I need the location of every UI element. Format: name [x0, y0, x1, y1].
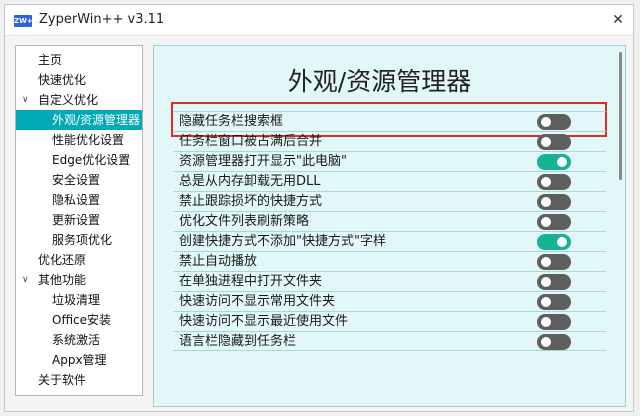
setting-toggle[interactable] [537, 174, 571, 190]
setting-toggle[interactable] [537, 114, 571, 130]
setting-row: 优化文件列表刷新策略 [173, 211, 606, 231]
setting-toggle[interactable] [537, 194, 571, 210]
sidebar-item-label: 其他功能 [38, 273, 87, 287]
sidebar-item-label: 关于软件 [38, 373, 87, 387]
sidebar-item-label: Office安装 [52, 313, 112, 327]
toggle-knob [541, 297, 551, 307]
sidebar-item-label: 主页 [38, 53, 63, 67]
sidebar-item-label: 自定义优化 [38, 93, 99, 107]
sidebar-item[interactable]: 关于软件 [16, 370, 142, 390]
setting-row: 语言栏隐藏到任务栏 [173, 331, 606, 351]
toggle-knob [557, 237, 567, 247]
close-button[interactable]: ✕ [609, 11, 627, 29]
toggle-knob [541, 277, 551, 287]
sidebar-item[interactable]: 服务项优化 [16, 230, 142, 250]
app-window: ZW++ ZyperWin++ v3.11 ✕ 主页快速优化自定义优化 ∨ 外观/资… [4, 4, 634, 412]
toggle-knob [557, 157, 567, 167]
app-logo-icon: ZW++ [14, 15, 39, 27]
sidebar-item[interactable]: 主页 [16, 50, 142, 70]
setting-label: 快速访问不显示常用文件夹 [179, 294, 336, 309]
setting-label: 创建快捷方式不添加"快捷方式"字样 [179, 234, 386, 249]
toggle-knob [541, 337, 551, 347]
sidebar-item[interactable]: 更新设置 [16, 210, 142, 230]
setting-toggle[interactable] [537, 254, 571, 270]
setting-label: 隐藏任务栏搜索框 [179, 114, 284, 129]
sidebar-item[interactable]: 隐私设置 [16, 190, 142, 210]
setting-row: 总是从内存卸载无用DLL [173, 171, 606, 191]
page-title: 外观/资源管理器 [287, 67, 472, 96]
setting-toggle[interactable] [537, 294, 571, 310]
setting-row: 在单独进程中打开文件夹 [173, 271, 606, 291]
sidebar-nav: 主页快速优化自定义优化 ∨ 外观/资源管理器 性能优化设置 Edge优化设置 安全设置隐私… [15, 45, 143, 396]
setting-label: 优化文件列表刷新策略 [179, 214, 310, 229]
setting-label: 任务栏窗口被占满后合并 [179, 134, 323, 149]
setting-row: 任务栏窗口被占满后合并 [173, 131, 606, 151]
chevron-down-icon[interactable]: ∨ [22, 90, 29, 110]
sidebar-item[interactable]: 系统激活 [16, 330, 142, 350]
sidebar-item[interactable]: 性能优化设置 [16, 130, 142, 150]
setting-toggle[interactable] [537, 214, 571, 230]
sidebar-item[interactable]: 自定义优化 ∨ [16, 90, 142, 110]
setting-row: 资源管理器打开显示"此电脑" [173, 151, 606, 171]
sidebar-item-label: 性能优化设置 [52, 133, 125, 147]
sidebar-item-label: 隐私设置 [52, 193, 101, 207]
sidebar-item[interactable]: Office安装 [16, 310, 142, 330]
setting-toggle[interactable] [537, 334, 571, 350]
setting-label: 语言栏隐藏到任务栏 [179, 334, 297, 349]
sidebar-item[interactable]: 垃圾清理 [16, 290, 142, 310]
toggle-knob [541, 217, 551, 227]
sidebar-item[interactable]: 外观/资源管理器 [16, 110, 142, 130]
sidebar-item[interactable]: 优化还原 [16, 250, 142, 270]
title-bar: ZW++ ZyperWin++ v3.11 ✕ [5, 5, 633, 36]
setting-row: 创建快捷方式不添加"快捷方式"字样 [173, 231, 606, 251]
sidebar-item-label: 外观/资源管理器 [52, 113, 141, 127]
toggle-knob [541, 317, 551, 327]
sidebar-item-label: Appx管理 [52, 353, 107, 367]
setting-label: 总是从内存卸载无用DLL [179, 174, 321, 189]
sidebar-item[interactable]: 快速优化 [16, 70, 142, 90]
setting-label: 快速访问不显示最近使用文件 [179, 314, 349, 329]
sidebar-item-label: Edge优化设置 [52, 153, 131, 167]
setting-label: 禁止跟踪损坏的快捷方式 [179, 194, 323, 209]
setting-label: 资源管理器打开显示"此电脑" [179, 154, 347, 169]
toggle-knob [541, 137, 551, 147]
setting-row: 禁止跟踪损坏的快捷方式 [173, 191, 606, 211]
window-title: ZyperWin++ v3.11 [39, 12, 165, 27]
sidebar-item-label: 优化还原 [38, 253, 87, 267]
setting-row: 快速访问不显示最近使用文件 [173, 311, 606, 331]
toggle-knob [541, 197, 551, 207]
settings-panel: 外观/资源管理器 隐藏任务栏搜索框任务栏窗口被占满后合并资源管理器打开显示"此电… [153, 45, 626, 407]
toggle-knob [541, 257, 551, 267]
setting-toggle[interactable] [537, 314, 571, 330]
setting-row: 快速访问不显示常用文件夹 [173, 291, 606, 311]
sidebar-item[interactable]: 安全设置 [16, 170, 142, 190]
sidebar-item-label: 系统激活 [52, 333, 101, 347]
scrollbar[interactable] [619, 52, 622, 180]
sidebar-item[interactable]: Edge优化设置 [16, 150, 142, 170]
setting-row: 禁止自动播放 [173, 251, 606, 271]
sidebar-item-label: 安全设置 [52, 173, 101, 187]
sidebar-item-label: 服务项优化 [52, 233, 113, 247]
chevron-down-icon[interactable]: ∨ [22, 270, 29, 290]
setting-label: 禁止自动播放 [179, 254, 258, 269]
toggle-knob [541, 117, 551, 127]
sidebar-item[interactable]: 其他功能 ∨ [16, 270, 142, 290]
sidebar-item-label: 垃圾清理 [52, 293, 101, 307]
sidebar-item-label: 更新设置 [52, 213, 101, 227]
setting-toggle[interactable] [537, 234, 571, 250]
sidebar-item-label: 快速优化 [38, 73, 87, 87]
toggle-knob [541, 177, 551, 187]
sidebar-item[interactable]: Appx管理 [16, 350, 142, 370]
setting-toggle[interactable] [537, 274, 571, 290]
setting-toggle[interactable] [537, 134, 571, 150]
setting-toggle[interactable] [537, 154, 571, 170]
setting-row: 隐藏任务栏搜索框 [173, 111, 606, 131]
setting-label: 在单独进程中打开文件夹 [179, 274, 323, 289]
